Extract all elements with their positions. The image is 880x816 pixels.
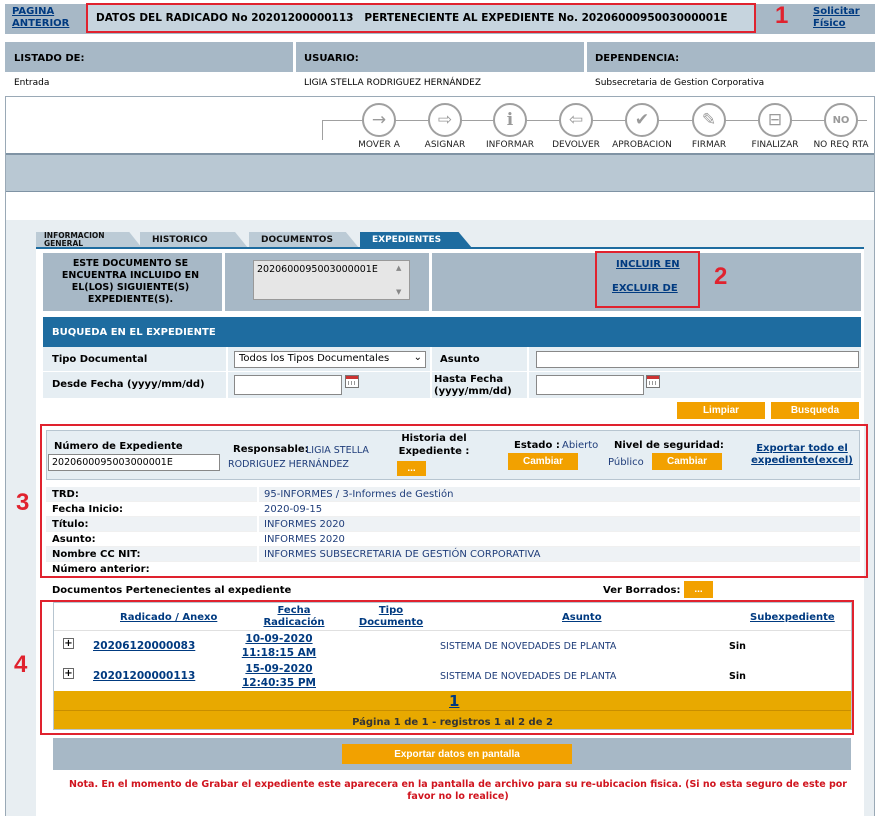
hasta-fecha-input[interactable] — [536, 375, 644, 395]
included-divider-2 — [429, 253, 432, 311]
toolbar-label: APROBACION — [612, 140, 672, 150]
annotation-box-2 — [595, 251, 700, 308]
toolbar-no-req-rta-button[interactable]: NO NO REQ RTA — [811, 103, 871, 150]
toolbar-mover-a-button[interactable]: → MOVER A — [349, 103, 409, 150]
dependencia-label: DEPENDENCIA: — [595, 53, 680, 64]
search-header-text: BUQUEDA EN EL EXPEDIENTE — [52, 327, 216, 338]
finalize-icon: ⊟ — [758, 103, 792, 137]
solicitar-fisico-link[interactable]: Solicitar Físico — [813, 6, 871, 30]
tab-documentos[interactable]: DOCUMENTOS — [249, 232, 359, 248]
desde-fecha-input[interactable] — [234, 375, 342, 395]
listado-label: LISTADO DE: — [14, 53, 85, 64]
search-row-div-b — [430, 347, 432, 398]
tipo-documental-value: Todos los Tipos Documentales — [239, 353, 390, 364]
busqueda-button[interactable]: Busqueda — [771, 402, 859, 419]
annotation-box-1 — [86, 3, 756, 33]
included-listbox-value: 2020600095003000001E — [257, 264, 378, 275]
usuario-value: LIGIA STELLA RODRIGUEZ HERNÁNDEZ — [304, 78, 482, 88]
limpiar-button[interactable]: Limpiar — [677, 402, 765, 419]
calendar-icon[interactable] — [345, 375, 359, 388]
usuario-label: USUARIO: — [304, 53, 359, 64]
asunto-label: Asunto — [440, 354, 480, 365]
annotation-box-3 — [40, 424, 868, 578]
annotation-4: 4 — [14, 651, 28, 678]
ver-borrados-label: Ver Borrados: — [603, 585, 681, 596]
desde-fecha-label: Desde Fecha (yyyy/mm/dd) — [52, 379, 205, 390]
toolbar-informar-button[interactable]: i INFORMAR — [480, 103, 540, 150]
asunto-input[interactable] — [536, 351, 859, 368]
hasta-fecha-label: Hasta Fecha (yyyy/mm/dd) — [434, 374, 512, 397]
toolbar-label: MOVER A — [358, 140, 400, 150]
back-link[interactable]: PAGINA ANTERIOR — [12, 6, 72, 30]
toolbar-label: FINALIZAR — [751, 140, 799, 150]
calendar-icon[interactable] — [646, 375, 660, 388]
toolbar-firmar-button[interactable]: ✎ FIRMAR — [679, 103, 739, 150]
return-icon: ⇦ — [559, 103, 593, 137]
toolbar-devolver-button[interactable]: ⇦ DEVOLVER — [546, 103, 606, 150]
assign-icon: ⇨ — [428, 103, 462, 137]
listado-value: Entrada — [14, 78, 50, 88]
annotation-3: 3 — [16, 489, 30, 516]
docs-title: Documentos Pertenecientes al expediente — [52, 585, 292, 596]
ver-borrados-button[interactable]: ... — [684, 581, 713, 598]
toolbar-label: INFORMAR — [485, 140, 535, 150]
search-row-div-c — [527, 347, 529, 398]
search-row-div-a — [226, 347, 228, 398]
annotation-box-4 — [40, 600, 854, 735]
chevron-down-icon: ⌄ — [413, 352, 422, 363]
dependencia-value: Subsecretaria de Gestion Corporativa — [595, 78, 765, 88]
toolbar-band — [6, 153, 874, 192]
toolbar-label: DEVOLVER — [552, 140, 600, 150]
toolbar-label: FIRMAR — [691, 140, 727, 150]
toolbar-aprobacion-button[interactable]: ✔ APROBACION — [612, 103, 672, 150]
sign-icon: ✎ — [692, 103, 726, 137]
exportar-datos-button[interactable]: Exportar datos en pantalla — [342, 744, 572, 764]
toolbar-asignar-button[interactable]: ⇨ ASIGNAR — [415, 103, 475, 150]
no-reply-icon: NO — [824, 103, 858, 137]
check-icon: ✔ — [625, 103, 659, 137]
toolbar-label: ASIGNAR — [424, 140, 466, 150]
footer-note: Nota. En el momento de Grabar el expedie… — [69, 779, 847, 802]
tipo-documental-select[interactable]: Todos los Tipos Documentales ⌄ — [234, 351, 426, 368]
listbox-up-icon[interactable]: ▲ — [396, 264, 401, 272]
annotation-2: 2 — [714, 263, 728, 290]
toolbar-line-down — [322, 120, 323, 140]
included-divider-1 — [222, 253, 225, 311]
tab-informacion-general[interactable]: INFORMACION GENERAL — [36, 232, 142, 248]
annotation-1: 1 — [775, 2, 789, 29]
info-icon: i — [493, 103, 527, 137]
tab-expedientes[interactable]: EXPEDIENTES — [360, 232, 472, 248]
listbox-down-icon[interactable]: ▼ — [396, 288, 401, 296]
toolbar-label: NO REQ RTA — [813, 140, 869, 150]
tab-historico[interactable]: HISTORICO — [140, 232, 248, 248]
toolbar-finalizar-button[interactable]: ⊟ FINALIZAR — [745, 103, 805, 150]
included-text: ESTE DOCUMENTO SE ENCUENTRA INCLUIDO EN … — [61, 258, 200, 305]
tipo-documental-label: Tipo Documental — [52, 354, 148, 365]
arrow-right-icon: → — [362, 103, 396, 137]
